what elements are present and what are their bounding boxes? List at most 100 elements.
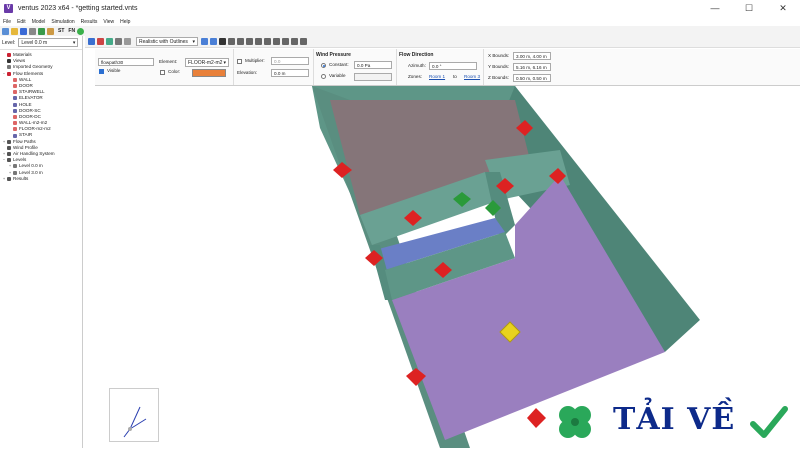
open-folder-icon[interactable] bbox=[11, 27, 18, 35]
variable-field[interactable] bbox=[354, 73, 392, 81]
tree-item-icon bbox=[13, 164, 17, 169]
3d-viewport[interactable] bbox=[85, 86, 800, 448]
level-select[interactable]: Level 0.0 m ▾ bbox=[18, 38, 79, 47]
tree-item-icon bbox=[13, 127, 17, 132]
tree-item-icon bbox=[7, 152, 11, 157]
snap-icon[interactable] bbox=[291, 38, 298, 45]
pointer-icon[interactable] bbox=[219, 38, 226, 45]
multiplier-field[interactable]: 0.0 bbox=[271, 57, 309, 65]
constant-field[interactable]: 0.0 Pa bbox=[354, 61, 392, 69]
st-button[interactable]: ST bbox=[58, 28, 64, 34]
checkmark-icon bbox=[750, 406, 788, 438]
visible-checkbox[interactable] bbox=[99, 69, 104, 74]
menu-help[interactable]: Help bbox=[120, 19, 130, 25]
variable-radio[interactable] bbox=[321, 74, 326, 79]
divider bbox=[313, 49, 314, 85]
z-bounds-label: Z Bounds: bbox=[488, 75, 509, 80]
expand-icon[interactable]: + bbox=[2, 139, 6, 145]
expand-icon[interactable]: + bbox=[2, 176, 6, 182]
play-icon[interactable] bbox=[77, 27, 85, 35]
save-icon[interactable] bbox=[20, 27, 27, 35]
y-bounds-field[interactable]: 5.16 m, 6.16 m bbox=[513, 63, 551, 71]
expand-icon[interactable]: + bbox=[8, 170, 12, 176]
zoom-in-icon[interactable] bbox=[246, 38, 253, 45]
camera-icon[interactable] bbox=[300, 38, 307, 45]
expand-icon[interactable]: − bbox=[2, 71, 6, 77]
box-select-icon[interactable] bbox=[210, 38, 217, 45]
select-icon[interactable] bbox=[201, 38, 208, 45]
tree-item-icon bbox=[7, 158, 11, 163]
orbit-icon[interactable] bbox=[237, 38, 244, 45]
color-checkbox[interactable] bbox=[160, 70, 165, 75]
tree-item-icon bbox=[13, 108, 17, 113]
render-mode-value: Realistic with Outlines bbox=[139, 38, 188, 45]
main-toolbar: ST FN bbox=[0, 26, 800, 36]
constant-label: Constant: bbox=[329, 62, 349, 67]
zones-label: Zones: bbox=[408, 74, 423, 79]
menu-file[interactable]: File bbox=[3, 19, 11, 25]
color-label: Color: bbox=[168, 69, 181, 74]
menu-view[interactable]: View bbox=[103, 19, 114, 25]
minimize-button[interactable]: — bbox=[698, 0, 732, 17]
elevation-label: Elevation: bbox=[237, 70, 258, 75]
y-bounds-label: Y Bounds: bbox=[488, 64, 510, 69]
tree-item-icon bbox=[13, 77, 17, 82]
zoom-icon[interactable] bbox=[115, 38, 122, 45]
elevation-field[interactable]: 0.0 m bbox=[271, 69, 309, 77]
name-field[interactable]: flowpath30 bbox=[98, 58, 154, 66]
constant-radio[interactable] bbox=[321, 63, 326, 68]
view-icon[interactable] bbox=[88, 38, 95, 45]
color-swatch[interactable] bbox=[192, 69, 226, 77]
move-icon[interactable] bbox=[228, 38, 235, 45]
settings-icon[interactable] bbox=[47, 27, 54, 35]
menu-simulation[interactable]: Simulation bbox=[51, 19, 74, 25]
multiplier-label: Multiplier: bbox=[245, 58, 265, 63]
tree-item-icon bbox=[13, 102, 17, 107]
divider bbox=[233, 49, 234, 85]
zoom-extents-icon[interactable] bbox=[264, 38, 271, 45]
zone-to-link[interactable]: Room 3 bbox=[464, 74, 480, 79]
model-view[interactable] bbox=[85, 86, 800, 448]
zoom-out-icon[interactable] bbox=[255, 38, 262, 45]
divider bbox=[396, 49, 397, 85]
tree-item[interactable]: + Results bbox=[2, 176, 82, 182]
measure-icon[interactable] bbox=[282, 38, 289, 45]
title-bar: V ventus 2023 x64 - *getting started.vnt… bbox=[0, 0, 800, 17]
rotate-icon[interactable] bbox=[97, 38, 104, 45]
watermark-banner: TẢI VỀ bbox=[551, 398, 800, 448]
grid-icon[interactable] bbox=[273, 38, 280, 45]
x-bounds-field[interactable]: 3.00 m, 4.00 m bbox=[513, 52, 551, 60]
maximize-button[interactable]: ☐ bbox=[732, 0, 766, 17]
menu-results[interactable]: Results bbox=[81, 19, 98, 25]
x-bounds-label: X Bounds: bbox=[488, 53, 510, 58]
fn-button[interactable]: FN bbox=[68, 28, 75, 34]
element-select[interactable]: FLOOR-m2-m2 ▾ bbox=[185, 58, 229, 67]
zone-from-link[interactable]: Room 1 bbox=[429, 74, 445, 79]
pan-icon[interactable] bbox=[106, 38, 113, 45]
fit-icon[interactable] bbox=[124, 38, 131, 45]
print-icon[interactable] bbox=[29, 27, 36, 35]
azimuth-field[interactable]: 0.0 ° bbox=[429, 62, 477, 70]
chevron-down-icon: ▾ bbox=[223, 59, 226, 66]
tree-item-icon bbox=[13, 121, 17, 126]
tree-item-icon bbox=[13, 90, 17, 95]
menu-model[interactable]: Model bbox=[32, 19, 46, 25]
tree-item-icon bbox=[13, 96, 17, 101]
axis-gizmo[interactable] bbox=[109, 388, 159, 442]
watermark-text: TẢI VỀ bbox=[613, 402, 736, 437]
run-icon[interactable] bbox=[38, 27, 45, 35]
new-file-icon[interactable] bbox=[2, 27, 9, 35]
tree-item-icon bbox=[13, 170, 17, 175]
close-button[interactable]: ✕ bbox=[766, 0, 800, 17]
expand-icon[interactable]: − bbox=[2, 157, 6, 163]
menu-edit[interactable]: Edit bbox=[17, 19, 26, 25]
flow-direction-title: Flow Direction bbox=[399, 52, 434, 58]
tree-item-icon bbox=[13, 114, 17, 119]
zone-separator: to bbox=[453, 74, 457, 79]
render-mode-select[interactable]: Realistic with Outlines ▾ bbox=[136, 37, 198, 46]
flow-path-marker[interactable] bbox=[527, 408, 546, 428]
wind-pressure-title: Wind Pressure bbox=[316, 52, 351, 58]
multiplier-checkbox[interactable] bbox=[237, 59, 242, 64]
z-bounds-field[interactable]: 0.50 m, 0.50 m bbox=[513, 74, 551, 82]
chevron-down-icon: ▾ bbox=[192, 38, 195, 45]
